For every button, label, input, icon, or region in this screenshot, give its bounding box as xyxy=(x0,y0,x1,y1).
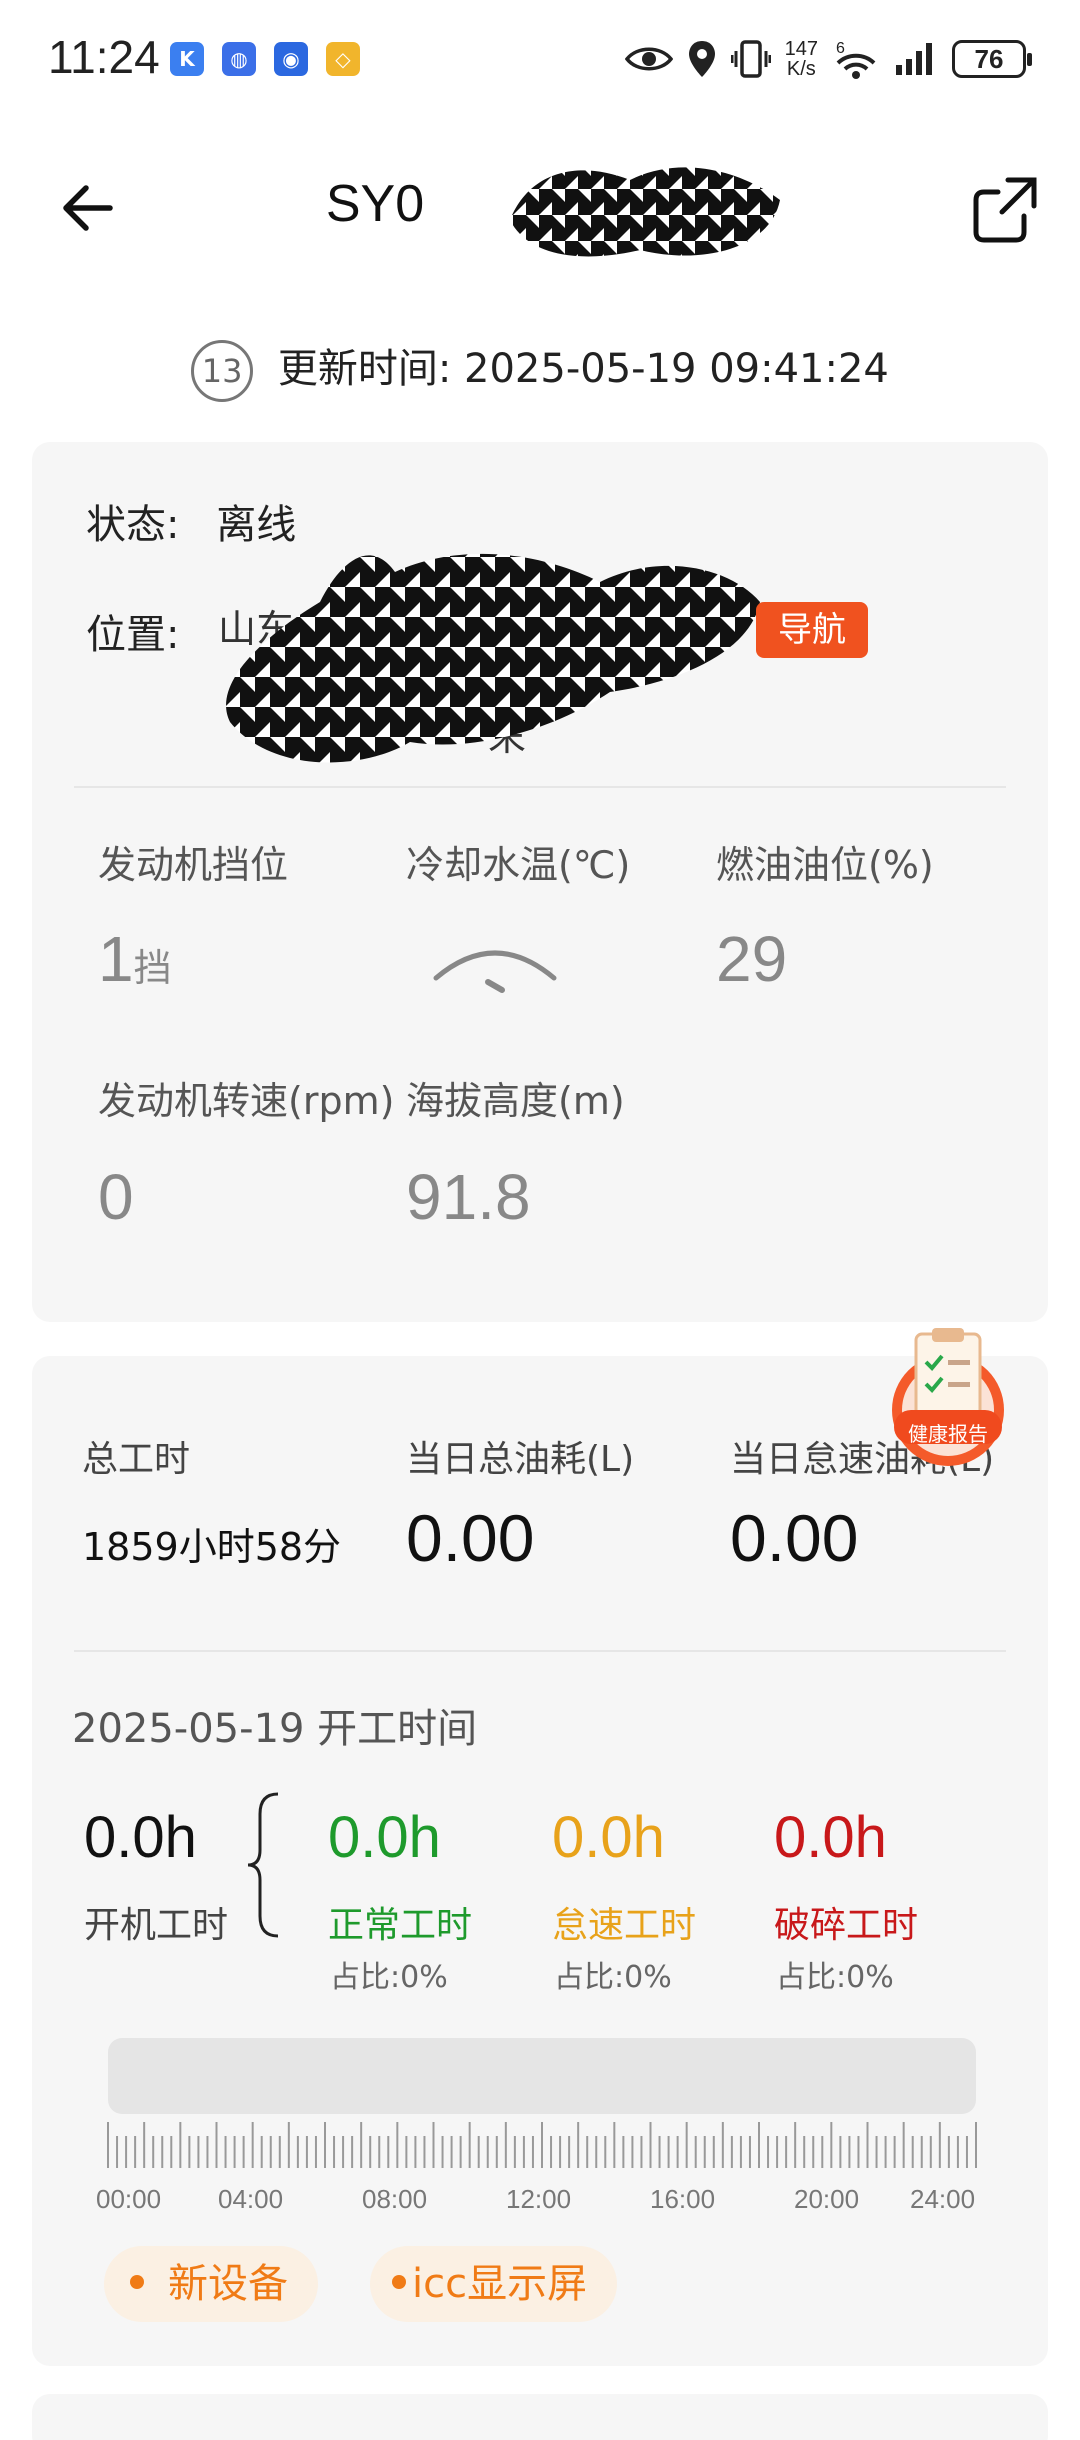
location-label: 位置: xyxy=(86,612,180,658)
on-time-label: 开机工时 xyxy=(84,1905,229,1946)
engine-gear-label: 发动机挡位 xyxy=(98,843,289,887)
device-id-text: SY0 xyxy=(325,175,425,233)
work-hours-card: 总工时 1859小时58分 当日总油耗(L) 0.00 当日怠速油耗(L) 0.… xyxy=(32,1356,1048,2366)
app-notification-icon: K xyxy=(170,42,204,76)
breaking-hours-value: 0.0h xyxy=(774,1805,887,1870)
update-time-row: 13 更新时间: 2025-05-19 09:41:24 xyxy=(0,336,1080,402)
update-time-label: 更新时间: 2025-05-19 09:41:24 xyxy=(277,346,889,392)
health-report-label: 健康报告 xyxy=(908,1422,988,1446)
vibrate-icon xyxy=(730,40,771,78)
navigate-button[interactable]: 导航 xyxy=(756,602,868,658)
breaking-hours-label: 破碎工时 xyxy=(774,1905,919,1946)
timeline-label: 20:00 xyxy=(794,2184,860,2214)
device-status-card: 状态: 离线 位置: 山东省 有限 末 导航 发动机挡位 1挡 冷却水温(℃) … xyxy=(32,442,1048,1322)
idle-hours-label: 怠速工时 xyxy=(552,1905,697,1946)
timeline-label: 24:00 xyxy=(910,2184,976,2214)
fuel-level-label: 燃油油位(%) xyxy=(716,843,934,887)
coolant-temp-label: 冷却水温(℃) xyxy=(406,843,631,887)
status-right-group: 147 K/s 6 76 xyxy=(624,34,1032,84)
next-card-edge xyxy=(32,2394,1048,2440)
daily-fuel-value: 0.00 xyxy=(406,1501,535,1575)
app-notification-icon: ◉ xyxy=(274,42,308,76)
timeline-label: 04:00 xyxy=(218,2184,284,2214)
divider xyxy=(74,786,1006,788)
tag-dot xyxy=(392,2275,406,2289)
breaking-hours-pct: 占比:0% xyxy=(776,1960,894,1995)
tag-new-device[interactable]: 新设备 xyxy=(104,2246,318,2322)
tag-icc-display[interactable]: icc显示屏 xyxy=(370,2246,618,2322)
daily-fuel-label: 当日总油耗(L) xyxy=(406,1439,635,1480)
timeline-label: 00:00 xyxy=(96,2184,162,2214)
eye-icon xyxy=(624,47,673,71)
timeline-ruler xyxy=(107,2122,977,2168)
battery-indicator: 76 xyxy=(952,40,1032,78)
coolant-gauge-icon xyxy=(433,950,557,993)
wifi-icon: 6 xyxy=(836,40,876,79)
redaction-scribble xyxy=(510,167,780,257)
divider xyxy=(74,1650,1006,1652)
signal-icon xyxy=(896,43,932,75)
fuel-level-value: 29 xyxy=(716,923,788,995)
engine-rpm-value: 0 xyxy=(98,1161,134,1233)
timeline-label: 16:00 xyxy=(650,2184,716,2214)
refresh-countdown-badge[interactable]: 13 xyxy=(191,340,254,402)
status-label: 状态: xyxy=(86,502,180,548)
location-icon xyxy=(688,41,715,77)
work-date-title: 2025-05-19 开工时间 xyxy=(72,1706,478,1752)
total-hours-value: 1859小时58分 xyxy=(82,1525,342,1569)
work-timeline-bar[interactable] xyxy=(108,2038,976,2114)
timeline-label: 12:00 xyxy=(506,2184,572,2214)
tag-dot xyxy=(130,2275,144,2289)
voice-app-icon: ◍ xyxy=(222,42,256,76)
location-redaction xyxy=(226,553,760,763)
total-hours-label: 总工时 xyxy=(82,1439,191,1480)
altitude-label: 海拔高度(m) xyxy=(406,1079,625,1123)
idle-hours-pct: 占比:0% xyxy=(554,1960,672,1995)
altitude-value: 91.8 xyxy=(406,1161,531,1233)
normal-hours-label: 正常工时 xyxy=(328,1905,473,1946)
app-notification-icon: ◇ xyxy=(326,42,360,76)
status-bar: 11:24 K ◍ ◉ ◇ 147 K/s 6 76 xyxy=(0,0,1080,120)
timeline-label: 08:00 xyxy=(362,2184,428,2214)
app-header: SY0 xyxy=(0,150,1080,270)
network-speed: 147 K/s xyxy=(784,38,818,80)
on-time-value: 0.0h xyxy=(84,1805,197,1870)
engine-rpm-label: 发动机转速(rpm) xyxy=(98,1079,395,1123)
health-report-button[interactable]: 健康报告 xyxy=(886,1326,1010,1466)
idle-hours-value: 0.0h xyxy=(552,1805,665,1870)
status-time: 11:24 xyxy=(48,31,160,83)
engine-gear-value: 1挡 xyxy=(98,923,172,995)
brace-icon xyxy=(247,1792,279,1938)
share-icon[interactable] xyxy=(968,172,1044,248)
svg-text:6: 6 xyxy=(836,40,845,57)
daily-idle-fuel-value: 0.00 xyxy=(730,1501,859,1575)
normal-hours-pct: 占比:0% xyxy=(330,1960,448,1995)
normal-hours-value: 0.0h xyxy=(328,1805,441,1870)
